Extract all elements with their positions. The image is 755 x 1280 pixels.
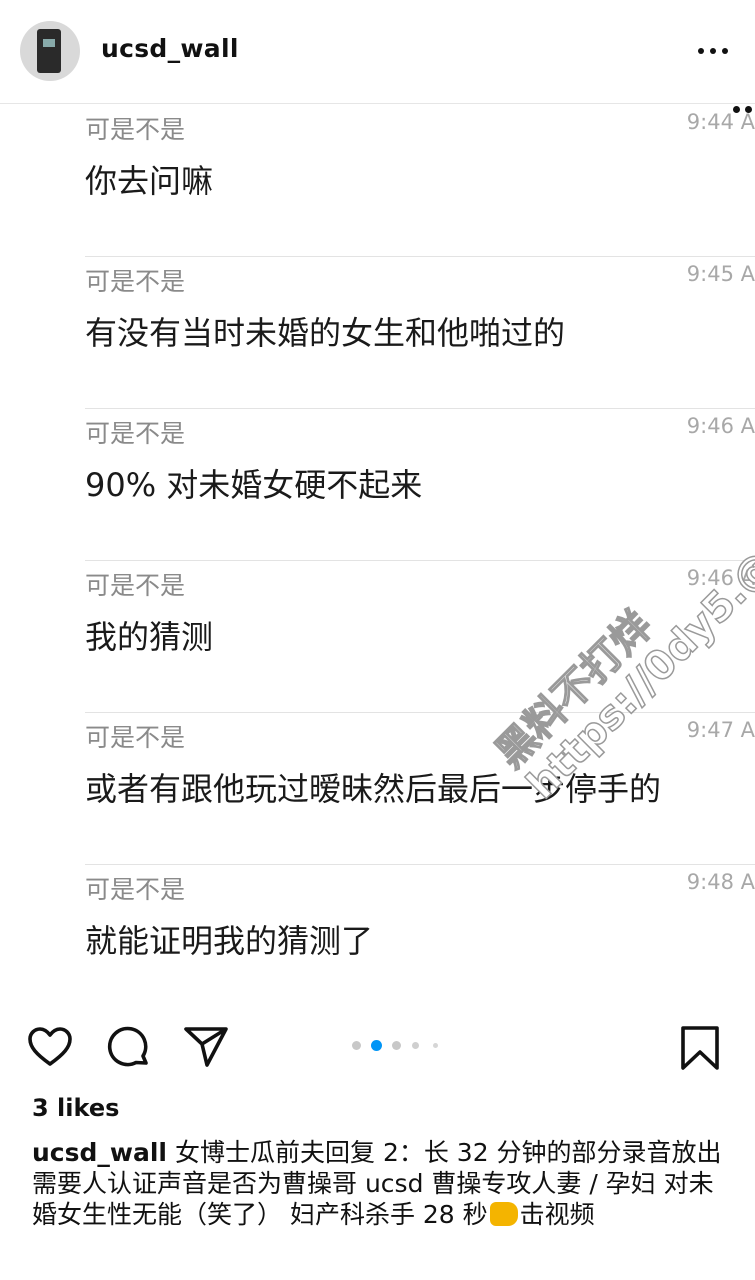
caption-username[interactable]: ucsd_wall xyxy=(32,1138,167,1167)
message-text: 你去问嘛 xyxy=(85,162,214,200)
post-image: 可是不是 9:44 A 你去问嘛 可是不是 9:45 A 有没有当时未婚的女生和… xyxy=(0,104,755,992)
ellipsis-icon xyxy=(731,106,755,114)
bookmark-icon[interactable] xyxy=(676,1023,724,1071)
send-icon[interactable] xyxy=(182,1023,230,1071)
message-sender: 可是不是 xyxy=(85,723,186,752)
more-options-icon[interactable] xyxy=(695,36,731,66)
carousel-dot xyxy=(371,1040,382,1051)
carousel-dot xyxy=(412,1042,419,1049)
message-text: 90% 对未婚女硬不起来 xyxy=(85,466,423,504)
oncoming-fist-icon xyxy=(489,1202,518,1226)
message-sender: 可是不是 xyxy=(85,875,186,904)
message-sender: 可是不是 xyxy=(85,419,186,448)
caption-text-end: 击视频 xyxy=(519,1200,595,1229)
chat-message: 可是不是 9:47 A 或者有跟他玩过暧昧然后最后一步停手的 xyxy=(85,712,755,865)
message-sender: 可是不是 xyxy=(85,267,186,296)
message-sender: 可是不是 xyxy=(85,115,186,144)
chat-message: 可是不是 9:46 A 90% 对未婚女硬不起来 xyxy=(85,408,755,561)
message-text: 就能证明我的猜测了 xyxy=(85,922,374,960)
message-time: 9:46 A xyxy=(686,566,755,590)
carousel-dots xyxy=(352,1040,442,1052)
message-time: 9:48 A xyxy=(686,870,755,894)
post-actions xyxy=(0,1015,755,1079)
post-header: ucsd_wall xyxy=(0,0,755,104)
heart-icon[interactable] xyxy=(26,1023,74,1071)
carousel-dot xyxy=(392,1041,401,1050)
door-lock-icon xyxy=(37,29,61,73)
chat-message: 可是不是 9:45 A 有没有当时未婚的女生和他啪过的 xyxy=(85,256,755,409)
message-time: 9:45 A xyxy=(686,262,755,286)
message-text: 或者有跟他玩过暧昧然后最后一步停手的 xyxy=(85,770,662,808)
message-text: 我的猜测 xyxy=(85,618,214,656)
post-caption: ucsd_wall 女博士瓜前夫回复 2：长 32 分钟的部分录音放出 需要人认证… xyxy=(32,1137,732,1230)
chat-message: 可是不是 9:48 A 就能证明我的猜测了 xyxy=(85,864,755,992)
comment-icon[interactable] xyxy=(105,1023,153,1071)
post-username[interactable]: ucsd_wall xyxy=(101,34,239,63)
chat-message: 可是不是 9:46 A 我的猜测 xyxy=(85,560,755,713)
avatar[interactable] xyxy=(20,21,80,81)
message-text: 有没有当时未婚的女生和他啪过的 xyxy=(85,314,566,352)
likes-count[interactable]: 3 likes xyxy=(32,1094,119,1122)
message-time: 9:46 A xyxy=(686,414,755,438)
message-time: 9:47 A xyxy=(686,718,755,742)
carousel-dot xyxy=(433,1043,438,1048)
message-sender: 可是不是 xyxy=(85,571,186,600)
carousel-dot xyxy=(352,1041,361,1050)
chat-message: 可是不是 9:44 A 你去问嘛 xyxy=(85,104,755,257)
